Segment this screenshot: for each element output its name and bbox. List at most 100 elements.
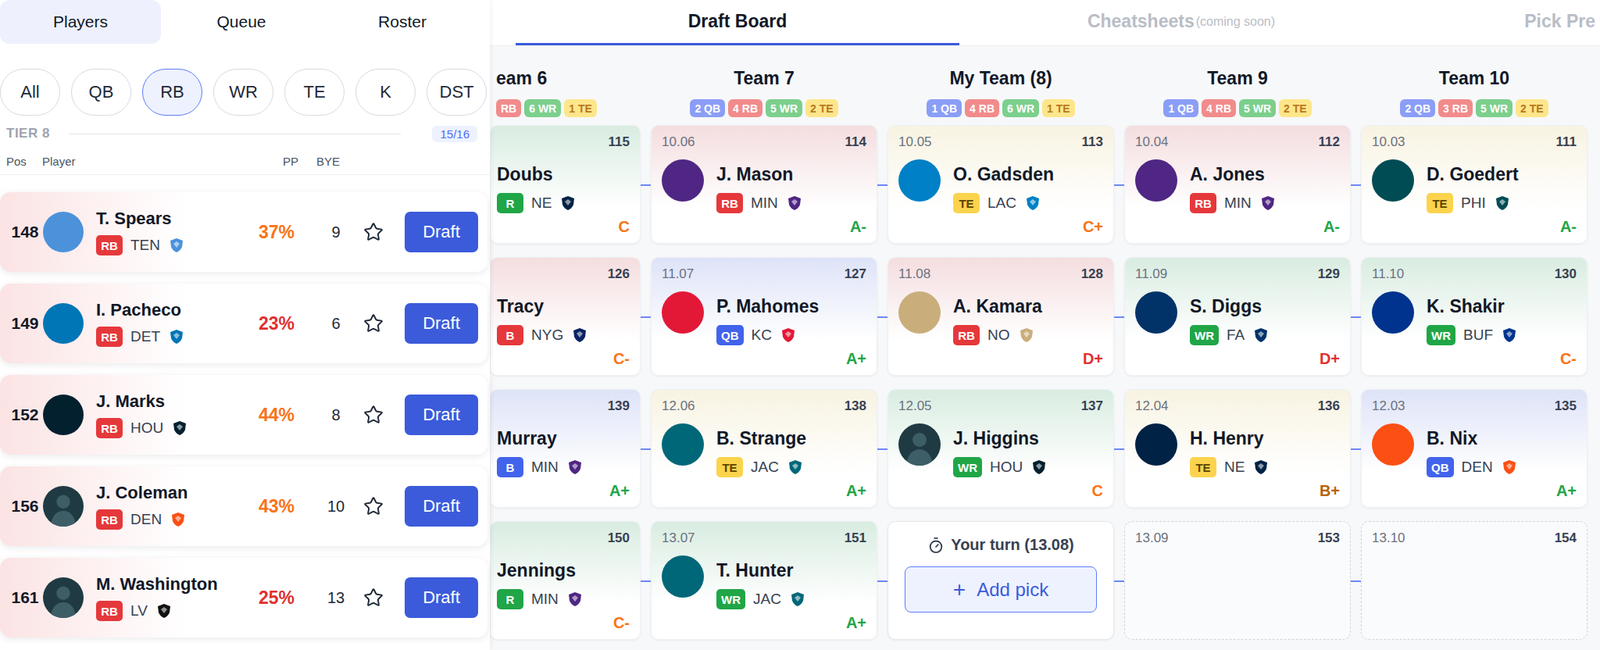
pick-grade: B+ xyxy=(1319,482,1340,500)
pick-label: 13.07 xyxy=(661,530,696,547)
panel-tab[interactable]: Queue xyxy=(160,0,322,44)
draft-button[interactable]: Draft xyxy=(404,394,479,436)
position-filter[interactable]: WR xyxy=(213,68,274,116)
pick-number: 113 xyxy=(1082,134,1104,150)
team-code: MIN xyxy=(1224,194,1252,212)
player-rank: 156 xyxy=(7,496,43,516)
team-column: Team 102 QB3 RB5 WR2 TE10.03111D. Goeder… xyxy=(1360,57,1588,640)
position-filter[interactable]: K xyxy=(355,68,416,116)
panel-tab[interactable]: Players xyxy=(0,0,161,44)
position-filters: AllQBRBWRTEKDST xyxy=(0,68,490,116)
favorite-toggle[interactable] xyxy=(359,313,388,334)
panel-tabs: PlayersQueueRoster xyxy=(0,0,490,44)
team-logo-icon xyxy=(1500,458,1518,476)
player-name: J. Mason xyxy=(716,164,804,186)
roster-count-tag: 3 RB xyxy=(1438,99,1473,118)
pick-cell[interactable]: 12.05137J. HigginsWRHOUC xyxy=(887,389,1115,508)
draft-button[interactable]: Draft xyxy=(404,485,479,527)
pick-grade: C- xyxy=(613,614,630,632)
player-photo xyxy=(42,211,84,253)
pick-cell[interactable]: 10.06114J. MasonRBMINA- xyxy=(650,125,878,244)
player-card[interactable]: 148T. SpearsRBTEN37%9Draft xyxy=(0,192,488,272)
pick-grade: A- xyxy=(850,217,867,236)
favorite-toggle[interactable] xyxy=(359,496,388,517)
star-icon[interactable] xyxy=(363,404,384,425)
pick-label: 12.06 xyxy=(661,398,696,415)
roster-count-tag: 5 WR xyxy=(1239,99,1276,118)
pick-probability: 43% xyxy=(250,496,304,518)
pick-cell[interactable]: 10.03111D. GoedertTEPHIA- xyxy=(1360,125,1588,244)
draft-button[interactable]: Draft xyxy=(404,577,479,618)
position-filter[interactable]: DST xyxy=(426,68,487,116)
pick-number: 128 xyxy=(1081,266,1104,283)
player-panel: PlayersQueueRosterAllQBRBWRTEKDSTTIER 81… xyxy=(0,0,490,650)
pick-grade: C+ xyxy=(1082,217,1104,236)
position-badge: R xyxy=(496,589,524,610)
position-badge: RB xyxy=(96,326,123,347)
player-name: A. Jones xyxy=(1189,164,1277,186)
player-card[interactable]: 152J. MarksRBHOU44%8Draft xyxy=(0,375,488,455)
player-name: T. Spears xyxy=(96,208,250,229)
star-icon[interactable] xyxy=(363,221,384,243)
star-icon[interactable] xyxy=(363,587,384,608)
roster-count-tag: 1 TE xyxy=(564,99,597,118)
pick-cell[interactable]: 12.06138B. StrangeTEJACA+ xyxy=(650,389,878,508)
favorite-toggle[interactable] xyxy=(359,587,388,608)
pick-cell[interactable]: 11.10130K. ShakirWRBUFC- xyxy=(1360,257,1588,376)
panel-tab[interactable]: Roster xyxy=(321,0,483,44)
draft-button[interactable]: Draft xyxy=(404,303,479,344)
pick-cell[interactable]: 11.08128A. KamaraRBNOD+ xyxy=(887,257,1115,376)
board-tab[interactable]: Pick Pre xyxy=(1403,0,1600,46)
pick-cell[interactable]: 11.07127P. MahomesQBKCA+ xyxy=(650,257,878,376)
pick-cell[interactable]: 10.05113O. GadsdenTELACC+ xyxy=(887,125,1115,244)
pick-cell[interactable]: 115DoubsRNEC xyxy=(489,125,641,244)
draft-button[interactable]: Draft xyxy=(404,211,479,253)
team-column: Team 72 QB4 RB5 WR2 TE10.06114J. MasonRB… xyxy=(650,57,878,640)
tier-divider xyxy=(68,133,402,135)
position-badge: TE xyxy=(1426,192,1454,214)
pick-grade: D+ xyxy=(1082,350,1104,368)
team-code: DEN xyxy=(130,510,162,529)
team-logo-icon xyxy=(167,236,186,254)
team-name: Team 9 xyxy=(1207,67,1268,90)
team-header: eam 6RB6 WR1 TE xyxy=(489,57,641,125)
position-filter[interactable]: QB xyxy=(71,68,132,116)
player-photo xyxy=(661,159,704,202)
pick-number: 127 xyxy=(844,266,867,283)
pick-cell[interactable]: 10.04112A. JonesRBMINA- xyxy=(1124,125,1351,244)
player-rank: 148 xyxy=(7,222,43,242)
team-logo-icon xyxy=(1500,326,1518,344)
favorite-toggle[interactable] xyxy=(359,221,388,243)
position-filter[interactable]: TE xyxy=(284,68,345,116)
team-code: JAC xyxy=(753,590,782,608)
pick-cell[interactable]: 12.04136H. HenryTENEB+ xyxy=(1124,389,1351,508)
pick-cell[interactable]: 12.03135B. NixQBDENA+ xyxy=(1360,389,1588,508)
player-card[interactable]: 149I. PachecoRBDET23%6Draft xyxy=(0,283,488,364)
team-header: Team 91 QB4 RB5 WR2 TE xyxy=(1124,57,1351,125)
position-badge: RB xyxy=(953,325,980,346)
pick-cell[interactable]: 11.09129S. DiggsWRFAD+ xyxy=(1124,257,1351,376)
pick-cell[interactable]: 13.07151T. HunterWRJACA+ xyxy=(650,521,878,640)
team-code: KC xyxy=(751,326,772,344)
bye-week: 6 xyxy=(303,314,360,333)
position-filter[interactable]: All xyxy=(0,68,61,116)
add-pick-button[interactable]: +Add pick xyxy=(904,566,1097,613)
draft-app: PlayersQueueRosterAllQBRBWRTEKDSTTIER 81… xyxy=(0,0,1600,650)
player-card[interactable]: 156J. ColemanRBDEN43%10Draft xyxy=(0,466,488,547)
favorite-toggle[interactable] xyxy=(359,404,388,425)
player-photo xyxy=(1135,291,1178,334)
board-tab[interactable]: Cheatsheets(coming soon) xyxy=(959,0,1404,46)
star-icon[interactable] xyxy=(363,496,384,517)
pick-cell[interactable]: 150JenningsRMINC- xyxy=(489,521,641,640)
player-name: Tracy xyxy=(496,296,589,318)
pick-grade: C- xyxy=(613,350,630,368)
board-tab[interactable]: Draft Board xyxy=(515,0,960,46)
team-header: Team 102 QB3 RB5 WR2 TE xyxy=(1360,57,1588,125)
pick-cell[interactable]: 126TracyBNYGC- xyxy=(489,257,641,376)
plus-icon: + xyxy=(953,578,966,601)
position-badge: WR xyxy=(1426,325,1456,346)
position-filter[interactable]: RB xyxy=(142,68,203,116)
player-card[interactable]: 161M. WashingtonRBLV25%13Draft xyxy=(0,557,488,638)
star-icon[interactable] xyxy=(363,313,384,334)
pick-cell[interactable]: 139MurrayBMINA+ xyxy=(489,389,641,508)
